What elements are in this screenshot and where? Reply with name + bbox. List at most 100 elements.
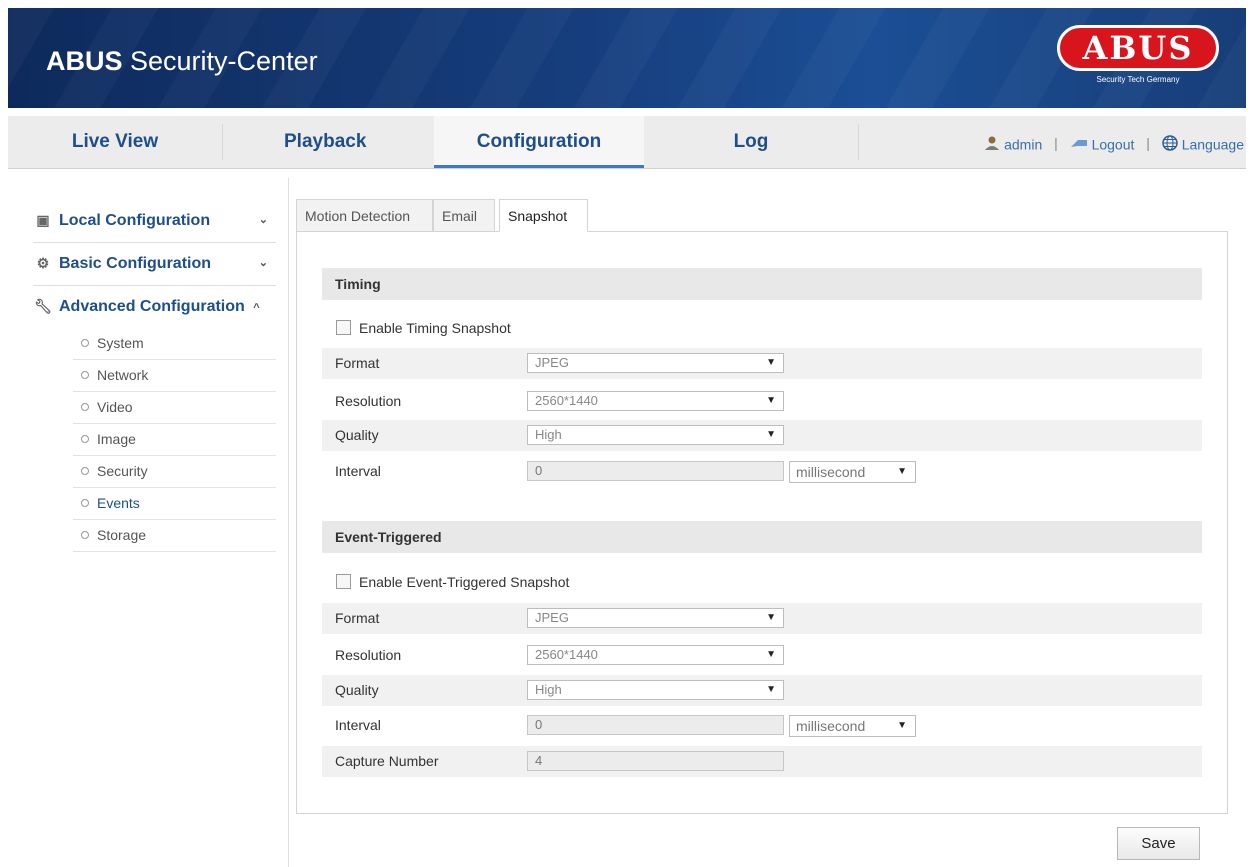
sidebar-item-system[interactable]: System — [73, 328, 276, 360]
capture-number-label: Capture Number — [335, 753, 439, 769]
logout-label: Logout — [1091, 135, 1135, 152]
timing-quality-select[interactable]: High ▼ — [527, 425, 784, 445]
enable-event-snapshot-checkbox[interactable] — [336, 574, 351, 589]
sidebar-item-label: Video — [97, 399, 133, 415]
save-button[interactable]: Save — [1117, 827, 1200, 860]
bullet-icon — [81, 531, 89, 539]
sidebar-item-network[interactable]: Network — [73, 360, 276, 392]
timing-interval-unit-select[interactable]: millisecond ▼ — [789, 461, 916, 483]
timing-format-label: Format — [335, 355, 380, 371]
event-format-value: JPEG — [535, 610, 569, 625]
tab-email[interactable]: Email — [433, 199, 495, 231]
language-label: Language — [1181, 135, 1244, 152]
user-link[interactable]: admin — [984, 135, 1046, 152]
event-interval-row: Interval 0 millisecond ▼ — [322, 710, 1202, 741]
event-format-label: Format — [335, 610, 380, 626]
capture-number-input[interactable]: 4 — [527, 751, 784, 771]
event-triggered-heading: Event-Triggered — [322, 521, 1202, 553]
tab-snapshot[interactable]: Snapshot — [499, 199, 588, 232]
capture-number-row: Capture Number 4 — [322, 746, 1202, 777]
timing-quality-value: High — [535, 427, 562, 442]
enable-event-snapshot-label: Enable Event-Triggered Snapshot — [359, 574, 570, 590]
event-quality-label: Quality — [335, 682, 379, 698]
sidebar-item-storage[interactable]: Storage — [73, 520, 276, 552]
bullet-icon — [81, 467, 89, 475]
timing-quality-row: Quality High ▼ — [322, 420, 1202, 451]
sidebar-divider — [288, 178, 289, 867]
nav-tab-configuration[interactable]: Configuration — [434, 116, 644, 168]
sidebar-section-label: Advanced Configuration — [59, 298, 245, 315]
monitor-icon: ▣ — [36, 212, 50, 228]
enable-event-snapshot: Enable Event-Triggered Snapshot — [336, 572, 569, 592]
timing-resolution-select[interactable]: 2560*1440 ▼ — [527, 391, 784, 411]
tab-motion-detection[interactable]: Motion Detection — [296, 199, 433, 231]
app-title: ABUS Security-Center — [46, 46, 318, 76]
timing-resolution-label: Resolution — [335, 393, 402, 409]
dropdown-arrow-icon: ▼ — [766, 429, 776, 440]
event-interval-label: Interval — [335, 717, 381, 733]
enable-timing-snapshot-label: Enable Timing Snapshot — [359, 320, 511, 336]
event-format-select[interactable]: JPEG ▼ — [527, 608, 784, 628]
timing-quality-label: Quality — [335, 427, 379, 443]
sidebar-item-events[interactable]: Events — [73, 488, 276, 520]
timing-format-value: JPEG — [535, 355, 569, 370]
nav-tab-log[interactable]: Log — [644, 116, 858, 168]
timing-interval-row: Interval 0 millisecond ▼ — [322, 456, 1202, 487]
dropdown-arrow-icon: ▼ — [766, 612, 776, 623]
timing-resolution-row: Resolution 2560*1440 ▼ — [322, 386, 1202, 417]
sidebar-item-label: System — [97, 335, 144, 351]
event-resolution-row: Resolution 2560*1440 ▼ — [322, 640, 1202, 671]
bullet-icon — [81, 403, 89, 411]
sidebar-local-configuration[interactable]: ▣ Local Configuration ⌄ — [33, 200, 276, 243]
brand-logo-mark: ABUS — [1057, 25, 1219, 71]
sidebar-section-label: Local Configuration — [59, 212, 211, 229]
event-interval-unit-select[interactable]: millisecond ▼ — [789, 715, 916, 737]
enable-timing-snapshot: Enable Timing Snapshot — [336, 318, 511, 338]
dropdown-arrow-icon: ▼ — [766, 357, 776, 368]
event-quality-value: High — [535, 682, 562, 697]
chevron-up-icon: ^ — [253, 302, 260, 314]
chevron-down-icon: ⌄ — [258, 214, 268, 226]
dropdown-arrow-icon: ▼ — [897, 720, 907, 731]
sidebar-advanced-configuration[interactable]: 🔧︎ Advanced Configuration ^ — [33, 286, 276, 328]
sidebar-item-video[interactable]: Video — [73, 392, 276, 424]
nav-tab-playback[interactable]: Playback — [222, 116, 434, 168]
chevron-down-icon: ⌄ — [258, 257, 268, 269]
timing-interval-label: Interval — [335, 463, 381, 479]
wrench-icon: 🔧︎ — [34, 298, 52, 314]
sidebar-basic-configuration[interactable]: ⚙ Basic Configuration ⌄ — [33, 243, 276, 286]
user-bar-separator: | — [1146, 135, 1150, 152]
language-link[interactable]: Language — [1162, 134, 1244, 152]
globe-icon — [1162, 134, 1178, 151]
timing-resolution-value: 2560*1440 — [535, 393, 598, 408]
dropdown-arrow-icon: ▼ — [897, 466, 907, 477]
event-quality-select[interactable]: High ▼ — [527, 680, 784, 700]
event-quality-row: Quality High ▼ — [322, 675, 1202, 706]
user-name: admin — [1004, 135, 1043, 152]
sidebar-item-security[interactable]: Security — [73, 456, 276, 488]
event-interval-unit-value: millisecond — [796, 718, 866, 734]
logout-link[interactable]: Logout — [1070, 135, 1139, 152]
enable-timing-snapshot-checkbox[interactable] — [336, 320, 351, 335]
event-resolution-label: Resolution — [335, 647, 402, 663]
app-header: ABUS Security-Center ABUS Security Tech … — [8, 8, 1246, 108]
timing-interval-unit-value: millisecond — [796, 464, 866, 480]
bullet-icon — [81, 435, 89, 443]
bullet-icon — [81, 371, 89, 379]
event-interval-input[interactable]: 0 — [527, 715, 784, 735]
sidebar-item-label: Image — [97, 431, 136, 447]
event-resolution-select[interactable]: 2560*1440 ▼ — [527, 645, 784, 665]
main-nav: Live View Playback Configuration Log adm… — [8, 116, 1246, 169]
dropdown-arrow-icon: ▼ — [766, 395, 776, 406]
dropdown-arrow-icon: ▼ — [766, 684, 776, 695]
bullet-icon — [81, 339, 89, 347]
timing-format-select[interactable]: JPEG ▼ — [527, 353, 784, 373]
gear-icon: ⚙ — [36, 255, 50, 271]
dropdown-arrow-icon: ▼ — [766, 649, 776, 660]
nav-separator — [858, 124, 859, 160]
sidebar-item-label: Events — [97, 495, 140, 511]
sidebar-item-image[interactable]: Image — [73, 424, 276, 456]
nav-tab-live-view[interactable]: Live View — [8, 116, 222, 168]
timing-interval-input[interactable]: 0 — [527, 461, 784, 481]
brand-logo: ABUS Security Tech Germany — [1052, 25, 1224, 97]
